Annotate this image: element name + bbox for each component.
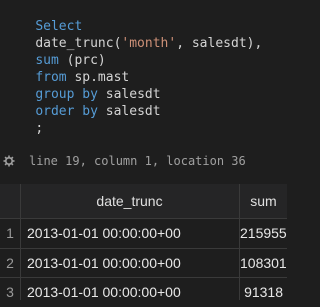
gear-icon[interactable]: [3, 155, 15, 167]
cell-date-trunc[interactable]: 2013-01-01 00:00:00+00: [27, 249, 181, 278]
code-token: , salesdt),: [176, 36, 263, 51]
code-token: group by: [35, 87, 98, 102]
cell-sum[interactable]: 108301: [240, 249, 287, 278]
row-number: 1: [6, 225, 14, 241]
editor-status-bar: line 19, column 1, location 36: [0, 150, 287, 172]
code-token: salesdt: [97, 104, 161, 119]
code-token: date_trunc(: [35, 36, 122, 51]
code-token: (prc): [58, 53, 106, 68]
row-number: 2: [6, 255, 14, 271]
cell-date-trunc[interactable]: 2013-01-01 00:00:00+00: [27, 278, 181, 307]
row-number: 3: [6, 284, 14, 300]
column-header-date-trunc[interactable]: date_trunc: [20, 184, 239, 218]
table-row[interactable]: 2 2013-01-01 00:00:00+00 108301: [0, 249, 287, 278]
code-line-1: Select: [4, 1, 287, 34]
code-token: sp.mast: [66, 70, 130, 85]
sql-editor[interactable]: Select date_trunc('month', salesdt), sum…: [0, 0, 287, 140]
cell-sum[interactable]: 215955: [240, 219, 287, 248]
results-grid: date_trunc sum 1 2013-01-01 00:00:00+00 …: [0, 184, 287, 300]
code-token: order by: [35, 104, 98, 119]
code-token: ;: [35, 121, 44, 136]
cell-sum[interactable]: 91318: [240, 278, 283, 307]
column-header-sum[interactable]: sum: [240, 184, 287, 218]
code-token: 'month': [121, 36, 177, 51]
table-row[interactable]: 3 2013-01-01 00:00:00+00 91318: [0, 278, 287, 307]
results-header: date_trunc sum: [0, 184, 287, 218]
code-token: from: [35, 70, 67, 85]
table-row[interactable]: 1 2013-01-01 00:00:00+00 215955: [0, 219, 287, 248]
cell-date-trunc[interactable]: 2013-01-01 00:00:00+00: [27, 219, 181, 248]
code-token: Select: [35, 19, 83, 34]
code-token: salesdt: [97, 87, 161, 102]
cursor-location-text: line 19, column 1, location 36: [29, 154, 246, 168]
code-token: sum: [35, 53, 59, 68]
